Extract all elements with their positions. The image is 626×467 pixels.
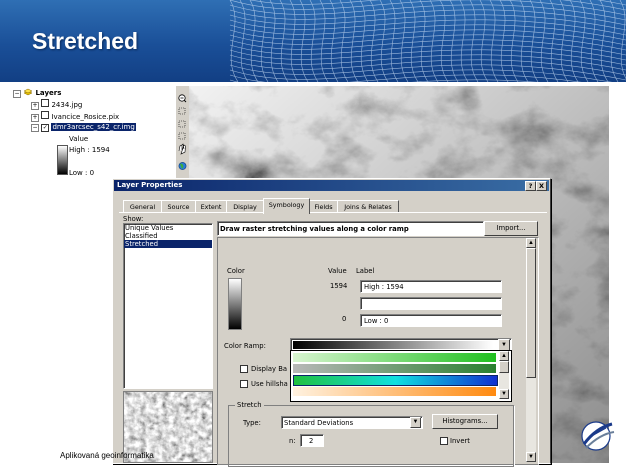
- dialog-title: Layer Properties: [117, 181, 183, 189]
- legend-low: Low : 0: [69, 169, 95, 177]
- collapse-icon[interactable]: −: [31, 124, 39, 132]
- ramp-option-selected[interactable]: [293, 375, 498, 386]
- color-ramp-swatch[interactable]: [228, 278, 242, 330]
- expand-icon[interactable]: +: [31, 102, 39, 110]
- layer-label: 2434.jpg: [51, 101, 83, 109]
- invert-label: Invert: [450, 437, 470, 445]
- layer-checkbox[interactable]: [41, 99, 50, 107]
- toc-root-label: Layers: [35, 89, 62, 97]
- university-logo-icon: [581, 421, 615, 451]
- legend-heading: Value: [69, 135, 89, 143]
- color-column-label: Color: [227, 267, 245, 275]
- stretch-type-value: Standard Deviations: [284, 419, 354, 427]
- selected-ramp-preview: [293, 341, 493, 349]
- full-extent-icon: [178, 107, 186, 115]
- stretch-group: Stretch Type: Standard Deviations ▼ Hist…: [228, 401, 514, 467]
- scroll-thumb[interactable]: [526, 248, 536, 378]
- stretch-type-select[interactable]: Standard Deviations ▼: [281, 416, 423, 429]
- stretch-group-label: Stretch: [235, 401, 264, 409]
- invert-checkbox[interactable]: [440, 437, 448, 445]
- dialog-titlebar[interactable]: Layer Properties ? X: [114, 180, 549, 191]
- description-box: Draw raster stretching values along a co…: [217, 221, 484, 236]
- collapse-icon[interactable]: −: [13, 90, 21, 98]
- ramp-option[interactable]: [293, 364, 496, 373]
- tools-toolbar: [175, 86, 189, 178]
- low-value: 0: [342, 315, 347, 323]
- layer-checkbox-checked[interactable]: ✓: [41, 124, 50, 132]
- toc-layer-dmr[interactable]: − ✓ dmr3arcsec_s42_cr.img: [31, 123, 136, 132]
- color-ramp-label: Color Ramp:: [224, 342, 266, 350]
- layer-checkbox[interactable]: [41, 111, 50, 119]
- layer-label: Ivancice_Rosice.pix: [51, 113, 120, 121]
- tools-icons: [178, 94, 187, 170]
- vertical-scrollbar[interactable]: ▲ ▼: [526, 238, 536, 462]
- show-label: Show:: [123, 215, 144, 223]
- display-background-checkbox[interactable]: [240, 365, 248, 373]
- dropdown-arrow-icon[interactable]: ▼: [410, 417, 421, 428]
- description-text: Draw raster stretching values along a co…: [220, 225, 409, 233]
- fixed-zoom-out-icon: [178, 132, 186, 140]
- symbology-area: ▲ ▼ Color Value Label 1594 High : 1594 0…: [217, 237, 539, 467]
- scroll-down-arrow-icon[interactable]: ▼: [499, 389, 509, 399]
- zoom-out-icon: [178, 94, 187, 103]
- high-value: 1594: [330, 282, 348, 290]
- help-button[interactable]: ?: [525, 181, 536, 191]
- slide-title: Stretched: [32, 28, 139, 54]
- middle-label-field[interactable]: [360, 297, 502, 310]
- display-background-label: Display Ba: [251, 365, 288, 373]
- ramp-option[interactable]: [293, 353, 496, 362]
- layer-properties-dialog: Layer Properties ? X General Source Exte…: [112, 178, 551, 467]
- label-column-label: Label: [356, 267, 375, 275]
- scroll-thumb[interactable]: [499, 361, 509, 373]
- layers-icon: [23, 88, 33, 96]
- pan-icon: [178, 143, 186, 155]
- toc-layer-ivancice[interactable]: + Ivancice_Rosice.pix: [31, 111, 119, 122]
- slide-footer: Aplikovaná geoinformatika: [60, 451, 154, 460]
- scroll-up-arrow-icon[interactable]: ▲: [526, 238, 536, 248]
- scroll-down-arrow-icon[interactable]: ▼: [526, 452, 536, 462]
- use-hillshade-label: Use hillsha: [251, 380, 288, 388]
- toc-root[interactable]: − Layers: [13, 88, 61, 98]
- type-label: Type:: [243, 419, 261, 427]
- show-list[interactable]: Unique Values Classified Stretched: [123, 223, 213, 389]
- use-hillshade-checkbox[interactable]: [240, 380, 248, 388]
- low-label-field[interactable]: Low : 0: [360, 314, 502, 327]
- layer-label: dmr3arcsec_s42_cr.img: [51, 123, 136, 131]
- ramp-option[interactable]: [293, 387, 496, 396]
- legend-ramp: [57, 145, 68, 175]
- dropdown-scrollbar[interactable]: ▲ ▼: [499, 351, 509, 399]
- legend-high: High : 1594: [69, 146, 110, 154]
- n-field[interactable]: 2: [300, 434, 324, 447]
- show-item-stretched[interactable]: Stretched: [124, 240, 212, 248]
- show-item-unique[interactable]: Unique Values: [124, 224, 212, 232]
- expand-icon[interactable]: +: [31, 114, 39, 122]
- high-label-field[interactable]: High : 1594: [360, 280, 502, 293]
- fixed-zoom-in-icon: [178, 120, 186, 128]
- n-label: n:: [289, 437, 296, 445]
- scroll-up-arrow-icon[interactable]: ▲: [499, 351, 509, 361]
- value-column-label: Value: [328, 267, 347, 275]
- import-button[interactable]: Import...: [484, 221, 538, 236]
- globe-icon: [178, 162, 187, 170]
- color-ramp-dropdown[interactable]: ▲ ▼: [290, 350, 512, 402]
- show-item-classified[interactable]: Classified: [124, 232, 212, 240]
- close-button[interactable]: X: [536, 181, 547, 191]
- tab-symbology[interactable]: Symbology: [263, 198, 310, 214]
- toc-layer-2434[interactable]: + 2434.jpg: [31, 99, 82, 110]
- histograms-button[interactable]: Histograms...: [432, 414, 498, 429]
